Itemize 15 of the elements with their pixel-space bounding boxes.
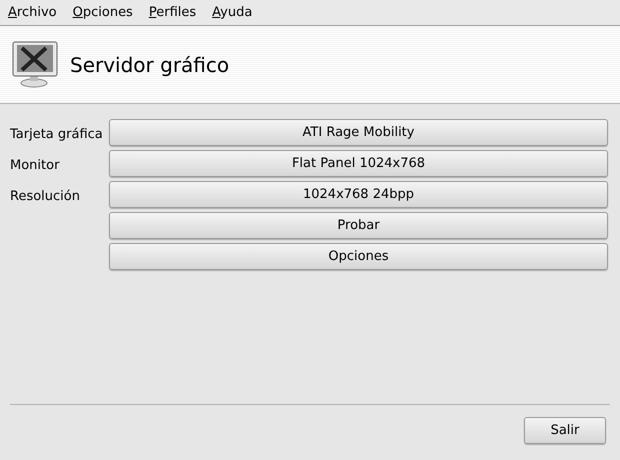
- menu-item[interactable]: Perfiles: [148, 2, 196, 22]
- menu-item[interactable]: Archivo: [8, 2, 57, 22]
- header-title: Servidor gráfico: [70, 52, 230, 78]
- menu-item[interactable]: Ayuda: [212, 2, 252, 22]
- option-button[interactable]: ATI Rage Mobility: [109, 119, 608, 146]
- field-label: Tarjeta gráfica: [10, 126, 103, 142]
- option-button[interactable]: Probar: [109, 212, 608, 239]
- field-label: Resolución: [10, 188, 80, 204]
- option-button[interactable]: 1024x768 24bpp: [109, 181, 608, 208]
- field-label: Monitor: [10, 158, 60, 172]
- option-button[interactable]: Opciones: [109, 243, 608, 270]
- exit-button[interactable]: Salir: [524, 417, 606, 444]
- monitor-x-icon: [12, 40, 58, 88]
- option-button[interactable]: Flat Panel 1024x768: [109, 150, 608, 177]
- menu-item[interactable]: Opciones: [72, 2, 133, 22]
